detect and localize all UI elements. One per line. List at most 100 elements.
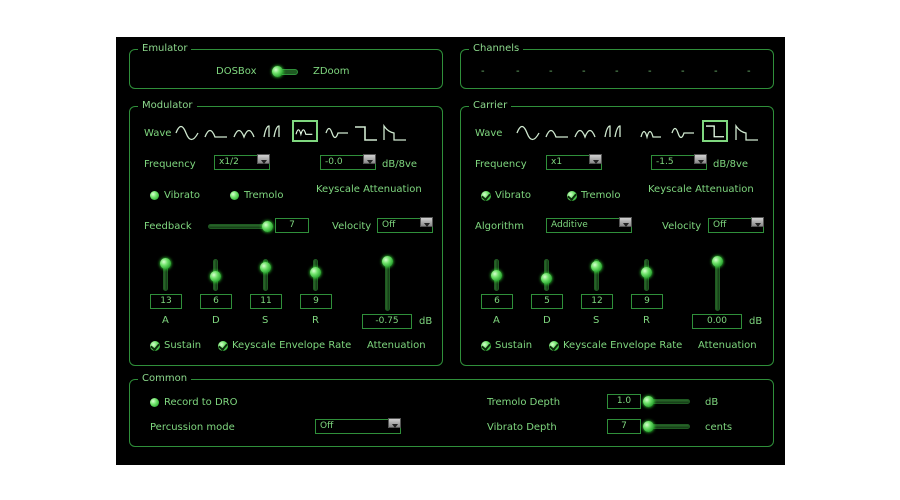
- modulator-feedback-slider[interactable]: [208, 224, 270, 229]
- channel-indicator[interactable]: -: [714, 66, 718, 77]
- channel-indicator[interactable]: -: [615, 66, 619, 77]
- wave-half-sine-icon[interactable]: [203, 122, 229, 144]
- tremolo-depth-label: Tremolo Depth: [487, 397, 561, 408]
- modulator-level-select[interactable]: -0.0: [320, 154, 376, 170]
- modulator-frequency-select[interactable]: x1/2: [214, 154, 270, 170]
- carrier-attenuation-label: Attenuation: [698, 340, 757, 351]
- wave-abs-sine-icon[interactable]: [573, 122, 599, 144]
- modulator-decay-value[interactable]: 6: [200, 294, 232, 309]
- wave-alt-sine-icon[interactable]: [292, 120, 318, 142]
- record-dro-radio[interactable]: [150, 398, 159, 407]
- modulator-level-value: -0.0: [325, 157, 343, 167]
- chevron-down-icon[interactable]: [751, 217, 764, 227]
- carrier-decay-knob[interactable]: [541, 273, 552, 284]
- carrier-attenuation-slider[interactable]: [715, 261, 720, 311]
- carrier-attenuation-knob[interactable]: [712, 256, 723, 267]
- wave-quarter-sine-icon[interactable]: [261, 122, 287, 144]
- wave-sine-icon[interactable]: [515, 122, 541, 144]
- emulator-toggle[interactable]: [272, 65, 302, 79]
- channel-indicator[interactable]: -: [747, 66, 751, 77]
- modulator-title: Modulator: [138, 100, 197, 112]
- channel-indicator[interactable]: -: [481, 66, 485, 77]
- modulator-keyscale-env-checkbox[interactable]: [218, 341, 228, 351]
- modulator-feedback-knob[interactable]: [262, 221, 273, 232]
- modulator-release-knob[interactable]: [310, 267, 321, 278]
- modulator-velocity-select[interactable]: Off: [377, 217, 433, 233]
- channels-title: Channels: [469, 43, 524, 55]
- wave-half-sine-icon[interactable]: [544, 122, 570, 144]
- carrier-level-unit: dB/8ve: [713, 159, 749, 170]
- carrier-attack-knob[interactable]: [491, 270, 502, 281]
- tremolo-depth-knob[interactable]: [643, 396, 654, 407]
- vibrato-depth-knob[interactable]: [643, 421, 654, 432]
- chevron-down-icon[interactable]: [257, 154, 270, 164]
- wave-abs-sine-icon[interactable]: [232, 122, 258, 144]
- modulator-keyscale-label: Keyscale Attenuation: [316, 184, 422, 195]
- wave-camel-sine-icon[interactable]: [670, 122, 696, 144]
- carrier-wave-label: Wave: [475, 128, 503, 139]
- modulator-keyscale-env-label: Keyscale Envelope Rate: [232, 340, 352, 351]
- carrier-sustain-checkbox[interactable]: [481, 341, 491, 351]
- carrier-decay-value[interactable]: 5: [531, 294, 563, 309]
- wave-sine-icon[interactable]: [174, 122, 200, 144]
- carrier-algorithm-select[interactable]: Additive: [546, 217, 632, 233]
- modulator-sustain-checkbox[interactable]: [150, 341, 160, 351]
- modulator-release-value[interactable]: 9: [300, 294, 332, 309]
- carrier-panel: Carrier Wave Frequency x1 -1.5 dB/8ve Ke…: [460, 100, 774, 366]
- modulator-panel: Modulator Wave Frequency x1/2 -0.0 dB/8v…: [129, 100, 443, 366]
- chevron-down-icon[interactable]: [363, 154, 376, 164]
- carrier-level-value: -1.5: [656, 157, 674, 167]
- emulator-toggle-knob[interactable]: [272, 66, 283, 77]
- wave-derived-square-icon[interactable]: [382, 122, 408, 144]
- carrier-sustain-value[interactable]: 12: [581, 294, 613, 309]
- carrier-keyscale-env-checkbox[interactable]: [549, 341, 559, 351]
- carrier-tremolo-checkbox[interactable]: [567, 191, 577, 201]
- carrier-velocity-select[interactable]: Off: [708, 217, 764, 233]
- wave-camel-sine-icon[interactable]: [324, 122, 350, 144]
- modulator-decay-knob[interactable]: [210, 271, 221, 282]
- carrier-keyscale-label: Keyscale Attenuation: [648, 184, 754, 195]
- carrier-vibrato-checkbox[interactable]: [481, 191, 491, 201]
- carrier-attenuation-value[interactable]: 0.00: [692, 314, 742, 329]
- carrier-release-value[interactable]: 9: [631, 294, 663, 309]
- modulator-vibrato-radio[interactable]: [150, 191, 159, 200]
- chevron-down-icon[interactable]: [589, 154, 602, 164]
- chevron-down-icon[interactable]: [694, 154, 707, 164]
- channel-indicator[interactable]: -: [582, 66, 586, 77]
- carrier-attack-value[interactable]: 6: [481, 294, 513, 309]
- modulator-tremolo-radio[interactable]: [230, 191, 239, 200]
- modulator-attenuation-value[interactable]: -0.75: [362, 314, 412, 329]
- modulator-attack-knob[interactable]: [160, 258, 171, 269]
- carrier-release-knob[interactable]: [641, 267, 652, 278]
- modulator-sustain-value[interactable]: 11: [250, 294, 282, 309]
- wave-square-icon[interactable]: [353, 122, 379, 144]
- modulator-feedback-value[interactable]: 7: [275, 218, 309, 233]
- wave-alt-sine-icon[interactable]: [639, 122, 665, 144]
- percussion-mode-select[interactable]: Off: [315, 418, 401, 434]
- carrier-attenuation-unit: dB: [749, 316, 763, 327]
- channel-indicator[interactable]: -: [648, 66, 652, 77]
- chevron-down-icon[interactable]: [420, 217, 433, 227]
- wave-square-icon[interactable]: [702, 120, 728, 142]
- common-panel: Common Record to DRO Percussion mode Off…: [129, 373, 774, 447]
- modulator-sustain-knob[interactable]: [260, 262, 271, 273]
- vibrato-depth-value[interactable]: 7: [607, 419, 641, 434]
- chevron-down-icon[interactable]: [619, 217, 632, 227]
- carrier-sustain-knob[interactable]: [591, 261, 602, 272]
- emulator-title: Emulator: [138, 43, 192, 55]
- wave-derived-square-icon[interactable]: [734, 122, 760, 144]
- channel-indicator[interactable]: -: [549, 66, 553, 77]
- carrier-frequency-select[interactable]: x1: [546, 154, 602, 170]
- tremolo-depth-value[interactable]: 1.0: [607, 394, 641, 409]
- modulator-attenuation-knob[interactable]: [382, 256, 393, 267]
- modulator-attenuation-slider[interactable]: [385, 261, 390, 311]
- wave-quarter-sine-icon[interactable]: [602, 122, 628, 144]
- channel-indicator[interactable]: -: [681, 66, 685, 77]
- modulator-attack-value[interactable]: 13: [150, 294, 182, 309]
- carrier-vibrato-label: Vibrato: [495, 190, 532, 201]
- chevron-down-icon[interactable]: [388, 418, 401, 428]
- channel-indicator[interactable]: -: [516, 66, 520, 77]
- carrier-level-select[interactable]: -1.5: [651, 154, 707, 170]
- modulator-attenuation-unit: dB: [419, 316, 433, 327]
- common-title: Common: [138, 373, 192, 385]
